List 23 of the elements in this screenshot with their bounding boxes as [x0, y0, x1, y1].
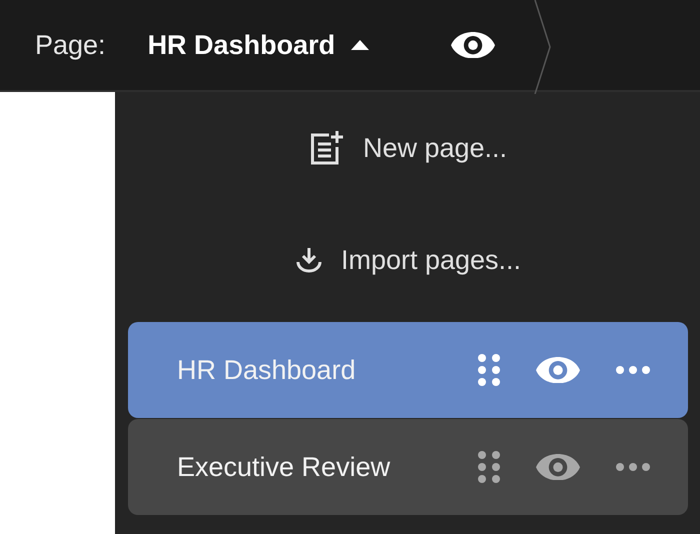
eye-icon	[536, 454, 580, 480]
eye-icon	[536, 356, 580, 384]
preview-button[interactable]	[451, 32, 496, 58]
more-icon	[616, 366, 650, 374]
visibility-toggle[interactable]	[536, 454, 580, 480]
more-button[interactable]	[616, 463, 650, 471]
more-icon	[616, 463, 650, 471]
page-dropdown[interactable]: HR Dashboard	[148, 30, 370, 60]
drag-handle-icon	[478, 354, 500, 386]
page-label: Page:	[35, 30, 106, 60]
page-name: HR Dashboard	[177, 354, 357, 386]
document-plus-icon	[308, 130, 345, 166]
drag-handle[interactable]	[478, 451, 500, 483]
drag-handle-icon	[478, 451, 500, 483]
download-icon	[294, 246, 323, 274]
menu-item[interactable]: New page...	[128, 92, 688, 204]
drag-handle[interactable]	[478, 354, 500, 386]
menu-item[interactable]: Import pages...	[128, 204, 688, 316]
page-name: Executive Review	[177, 452, 392, 482]
page-row[interactable]: Executive Review	[128, 419, 688, 515]
visibility-toggle[interactable]	[536, 356, 580, 384]
eye-icon	[451, 32, 496, 58]
more-button[interactable]	[616, 366, 650, 374]
